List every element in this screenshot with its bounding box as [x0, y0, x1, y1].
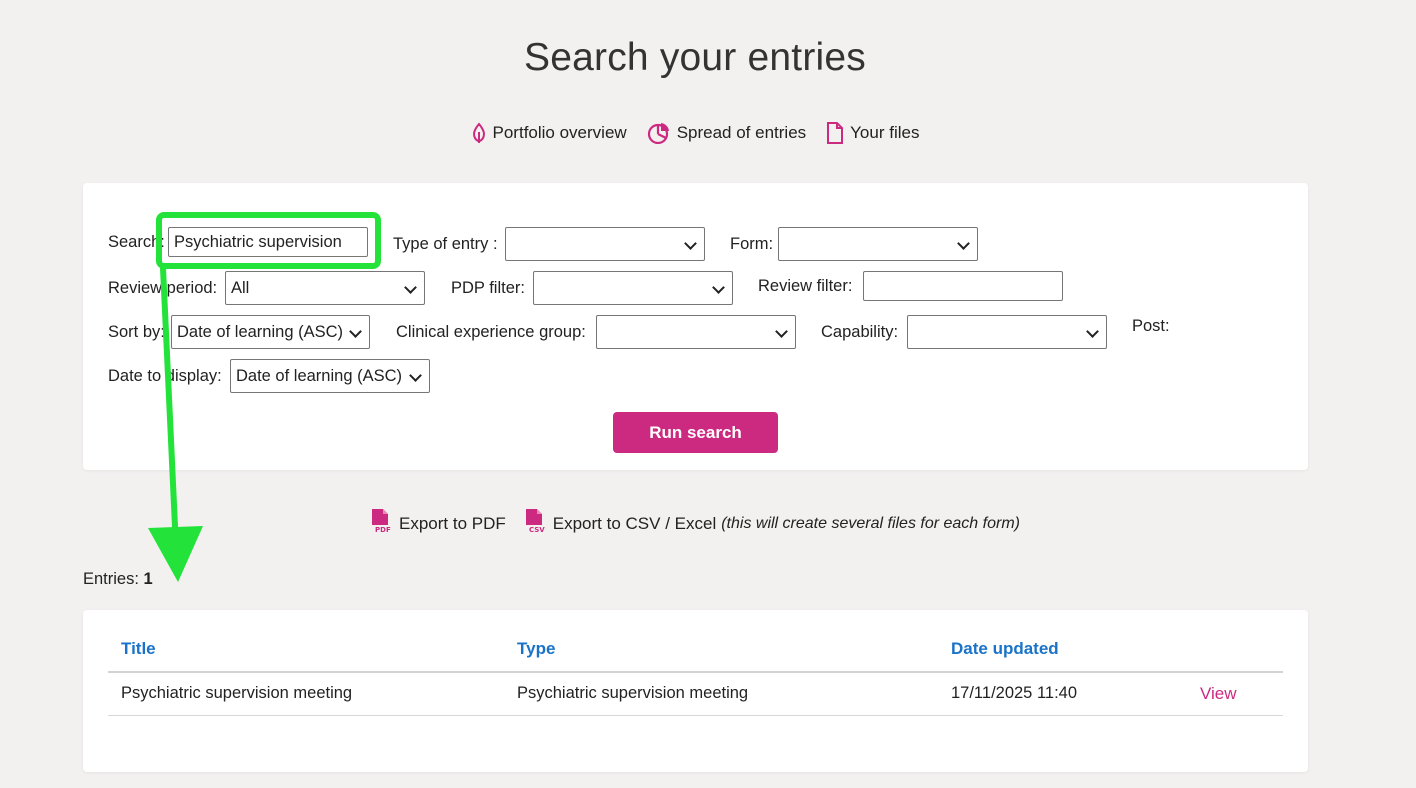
clinical-experience-group-select[interactable] — [596, 315, 796, 349]
row-date-updated: 17/11/2025 11:40 — [951, 684, 1078, 702]
spread-of-entries-link[interactable]: Spread of entries — [647, 122, 806, 144]
export-pdf-label: Export to PDF — [399, 513, 506, 533]
entries-label: Entries: — [83, 570, 139, 588]
entries-count-value: 1 — [143, 570, 153, 588]
results-table: Title Type Date updated Psychiatric supe… — [83, 610, 1308, 772]
column-header-date-updated[interactable]: Date updated — [951, 639, 1059, 659]
your-files-label: Your files — [850, 123, 920, 142]
leaf-icon — [471, 122, 487, 144]
run-search-button[interactable]: Run search — [613, 412, 778, 453]
highlight-annotation-box — [156, 212, 381, 269]
spread-of-entries-label: Spread of entries — [676, 123, 807, 142]
export-csv-link[interactable]: CSV Export to CSV / Excel (this will cre… — [524, 508, 1020, 539]
form-select[interactable] — [778, 227, 978, 261]
pdf-file-icon: PDF — [370, 508, 394, 539]
date-to-display-select[interactable]: Date of learning (ASC) — [230, 359, 430, 393]
review-period-label: Review period: — [108, 279, 218, 297]
export-options: PDF Export to PDF CSV Export to CSV / Ex… — [0, 508, 1390, 539]
page-title: Search your entries — [524, 36, 866, 79]
portfolio-overview-link[interactable]: Portfolio overview — [471, 122, 627, 144]
pdp-filter-select[interactable] — [533, 271, 733, 305]
review-period-select[interactable]: All — [225, 271, 425, 305]
clinical-experience-group-label: Clinical experience group: — [396, 323, 586, 341]
form-label: Form: — [730, 235, 774, 253]
pie-chart-icon — [647, 122, 671, 144]
column-header-title[interactable]: Title — [121, 639, 156, 659]
post-label: Post: — [1132, 317, 1170, 335]
export-pdf-link[interactable]: PDF Export to PDF — [370, 508, 506, 539]
portfolio-overview-label: Portfolio overview — [492, 123, 627, 142]
export-csv-label: Export to CSV / Excel — [552, 513, 717, 533]
capability-label: Capability: — [821, 323, 899, 341]
sort-by-label: Sort by: — [108, 323, 165, 341]
type-of-entry-select[interactable] — [505, 227, 705, 261]
review-filter-input[interactable] — [863, 271, 1063, 301]
sort-by-select[interactable]: Date of learning (ASC) — [171, 315, 370, 349]
svg-text:CSV: CSV — [529, 526, 545, 534]
quick-nav: Portfolio overview Spread of entries You… — [0, 122, 1390, 144]
your-files-link[interactable]: Your files — [826, 122, 919, 144]
row-title: Psychiatric supervision meeting — [121, 684, 353, 702]
row-type: Psychiatric supervision meeting — [517, 684, 749, 702]
type-of-entry-label: Type of entry : — [393, 235, 498, 253]
svg-text:PDF: PDF — [375, 526, 391, 534]
review-filter-label: Review filter: — [758, 277, 853, 295]
column-header-type[interactable]: Type — [517, 639, 555, 659]
header-divider — [108, 671, 1283, 673]
capability-select[interactable] — [907, 315, 1107, 349]
row-divider — [108, 715, 1283, 716]
pdp-filter-label: PDP filter: — [451, 279, 525, 297]
date-to-display-label: Date to display: — [108, 367, 222, 385]
view-entry-link[interactable]: View — [1200, 684, 1237, 704]
export-csv-note: (this will create several files for each… — [721, 514, 1020, 532]
entries-count: Entries: 1 — [83, 570, 153, 589]
file-icon — [826, 122, 844, 144]
csv-file-icon: CSV — [524, 508, 548, 539]
